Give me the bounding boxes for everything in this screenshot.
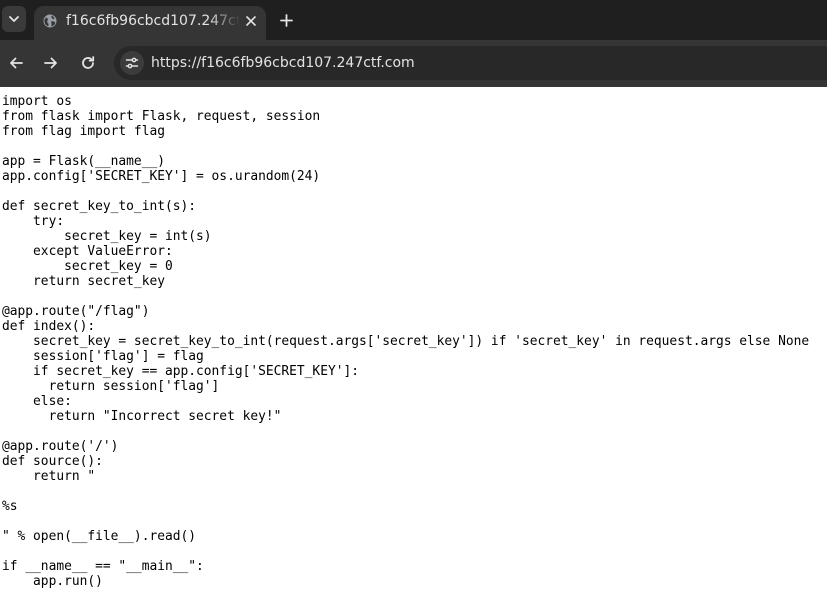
reload-icon	[82, 56, 95, 69]
new-tab-button[interactable]	[275, 9, 297, 31]
back-button[interactable]	[5, 52, 27, 74]
tab-search-button[interactable]	[2, 6, 26, 32]
page-content: import os from flask import Flask, reque…	[0, 87, 827, 590]
tab-active[interactable]: f16c6fb96cbcd107.247ctf.com	[34, 6, 266, 40]
tab-close-button[interactable]	[242, 12, 260, 30]
address-bar[interactable]: https://f16c6fb96cbcd107.247ctf.com	[114, 46, 827, 80]
chevron-down-icon	[9, 16, 19, 22]
arrow-left-icon	[10, 57, 23, 69]
close-icon	[246, 16, 256, 26]
arrow-right-icon	[44, 57, 57, 69]
globe-icon	[43, 14, 57, 28]
url-text: https://f16c6fb96cbcd107.247ctf.com	[151, 55, 415, 71]
site-info-button[interactable]	[120, 51, 144, 75]
source-code: import os from flask import Flask, reque…	[2, 94, 810, 589]
tab-title: f16c6fb96cbcd107.247ctf.com	[66, 13, 240, 29]
reload-button[interactable]	[77, 52, 99, 74]
forward-button[interactable]	[40, 52, 62, 74]
tune-icon	[125, 57, 139, 69]
browser-toolbar: https://f16c6fb96cbcd107.247ctf.com	[0, 40, 827, 87]
plus-icon	[279, 13, 293, 27]
tab-strip: f16c6fb96cbcd107.247ctf.com	[0, 0, 827, 40]
